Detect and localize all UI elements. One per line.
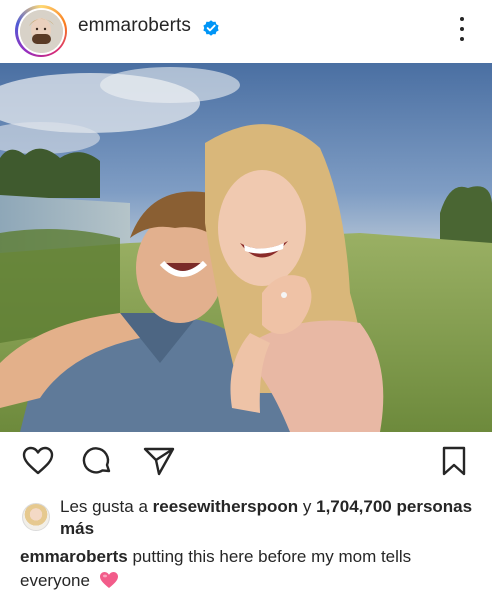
paper-plane-icon xyxy=(143,447,175,476)
caption-username[interactable]: emmaroberts xyxy=(20,547,128,566)
share-button[interactable] xyxy=(141,443,177,479)
action-bar xyxy=(0,443,492,483)
heart-outline-icon xyxy=(22,446,54,475)
liker-avatar[interactable] xyxy=(22,503,50,531)
liker-username[interactable]: reesewitherspoon xyxy=(153,497,299,516)
likes-summary: Les gusta a reesewitherspoon y 1,704,700… xyxy=(22,496,482,544)
likes-text[interactable]: Les gusta a reesewitherspoon y 1,704,700… xyxy=(60,496,480,540)
post-header: emmaroberts xyxy=(0,0,492,62)
story-ring[interactable] xyxy=(15,5,67,57)
like-button[interactable] xyxy=(20,443,56,479)
comment-bubble-icon xyxy=(82,447,111,474)
likes-count[interactable]: 1,704,700 xyxy=(316,497,392,516)
more-dot xyxy=(460,37,464,41)
instagram-post: emmaroberts Les gusta a reesewitherspoon… xyxy=(0,0,492,600)
comment-button[interactable] xyxy=(79,443,115,479)
more-dot xyxy=(460,17,464,21)
likes-prefix: Les gusta a xyxy=(60,497,148,516)
post-photo[interactable] xyxy=(0,63,492,432)
photo-illustration xyxy=(0,63,492,432)
more-dot xyxy=(460,27,464,31)
bookmark-icon xyxy=(442,446,466,476)
avatar-image xyxy=(19,9,63,53)
avatar[interactable] xyxy=(19,9,63,53)
avatar-gap xyxy=(17,7,65,55)
pink-heart-emoji xyxy=(99,572,118,588)
likes-joiner: y xyxy=(302,497,312,516)
verified-badge-icon xyxy=(203,20,219,36)
more-options-button[interactable] xyxy=(452,14,472,44)
post-username[interactable]: emmaroberts xyxy=(78,15,191,37)
post-caption: emmaroberts putting this here before my … xyxy=(20,545,482,593)
save-button[interactable] xyxy=(436,443,472,479)
